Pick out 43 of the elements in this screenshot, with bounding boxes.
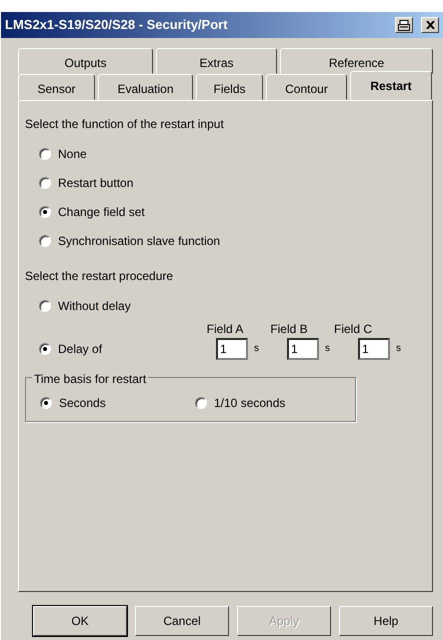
number-input[interactable]: 1 xyxy=(358,338,390,360)
radio-button[interactable] xyxy=(39,206,51,218)
unit-label: s xyxy=(396,342,402,356)
tab[interactable]: Sensor xyxy=(18,74,95,100)
dialog-button[interactable]: OK xyxy=(33,606,127,636)
option-label[interactable]: Delay of xyxy=(58,340,102,358)
radio-button[interactable] xyxy=(195,396,207,408)
unit-label: s xyxy=(254,342,260,356)
dialog-button[interactable]: Cancel xyxy=(135,606,229,636)
unit-label: s xyxy=(325,342,330,356)
option-label[interactable]: Without delay xyxy=(58,296,131,314)
print-button[interactable] xyxy=(395,17,413,33)
option-label[interactable]: Change field set xyxy=(58,202,145,220)
number-input[interactable]: 1 xyxy=(287,338,320,360)
printer-icon xyxy=(398,20,410,30)
window-title: LMS2x1-S19/S20/S28 - Security/Port xyxy=(5,16,229,34)
close-icon xyxy=(426,21,434,29)
field-label: Field B xyxy=(270,322,308,336)
tab[interactable]: Evaluation xyxy=(98,74,193,100)
radio-button[interactable] xyxy=(39,234,51,246)
radio-button[interactable] xyxy=(40,396,52,408)
radio-button[interactable] xyxy=(39,148,51,160)
option-label[interactable]: Synchronisation slave function xyxy=(58,232,220,250)
radio-button[interactable] xyxy=(39,300,51,312)
section-label: Select the function of the restart input xyxy=(25,116,225,133)
option-label[interactable]: None xyxy=(58,144,87,162)
tab[interactable]: Fields xyxy=(196,74,263,100)
number-input[interactable]: 1 xyxy=(216,338,248,360)
option-label[interactable]: 1/10 seconds xyxy=(214,394,286,412)
radio-button[interactable] xyxy=(39,176,51,188)
tab[interactable]: Restart xyxy=(350,71,432,100)
option-label[interactable]: Seconds xyxy=(59,394,106,412)
field-label: Field A xyxy=(206,322,244,336)
tab[interactable]: Reference xyxy=(280,48,433,74)
field-label: Field C xyxy=(334,322,372,336)
tab[interactable]: Extras xyxy=(156,48,277,74)
close-button[interactable] xyxy=(421,17,439,33)
dialog-button[interactable]: Help xyxy=(339,606,433,636)
section-label: Select the restart procedure xyxy=(25,268,174,285)
tab[interactable]: Contour xyxy=(266,74,347,100)
option-label[interactable]: Restart button xyxy=(58,174,134,192)
radio-button[interactable] xyxy=(39,342,51,354)
tab[interactable]: Outputs xyxy=(18,48,153,74)
